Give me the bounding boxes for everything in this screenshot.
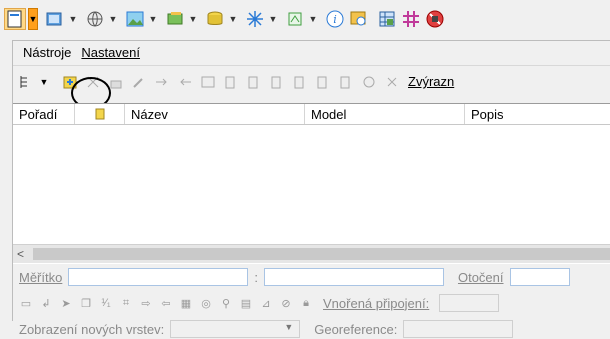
move-left-icon[interactable] xyxy=(176,73,194,91)
new-layers-select[interactable]: ▼ xyxy=(170,320,301,338)
target-icon[interactable]: ◎ xyxy=(199,296,213,310)
table-icon[interactable] xyxy=(376,8,398,30)
menu-settings[interactable]: Nastavení xyxy=(81,45,140,60)
doc-column-icon xyxy=(95,108,104,120)
library-dropdown[interactable]: ▼ xyxy=(188,8,198,30)
arrow-left-icon[interactable]: ⇦ xyxy=(159,296,173,310)
cancel-icon[interactable]: ⊘ xyxy=(279,296,293,310)
info-icon[interactable]: i xyxy=(324,8,346,30)
doc-split-icon[interactable] xyxy=(314,73,332,91)
nested-label: Vnořená připojení: xyxy=(323,295,430,311)
scroll-left-icon[interactable]: < xyxy=(17,247,24,261)
chevron-down-icon: ▼ xyxy=(284,322,294,332)
svg-text:i: i xyxy=(333,13,337,26)
measure-icon[interactable]: ⊿ xyxy=(259,296,273,310)
horizontal-scrollbar[interactable]: < xyxy=(13,244,610,263)
move-right-icon[interactable] xyxy=(153,73,171,91)
layers-grid: Pořadí Název Model Popis < xyxy=(13,103,610,264)
scale-separator: : xyxy=(254,269,258,285)
rotate-icon[interactable]: ↲ xyxy=(39,296,53,310)
library-icon[interactable] xyxy=(164,8,186,30)
nested-field[interactable] xyxy=(439,294,500,312)
arrow-right-icon[interactable]: ⇨ xyxy=(139,296,153,310)
doc-top-icon[interactable] xyxy=(245,73,263,91)
database-dropdown[interactable]: ▼ xyxy=(228,8,238,30)
clear-icon[interactable] xyxy=(383,73,401,91)
highlight-label[interactable]: Zvýrazn xyxy=(408,74,454,89)
copy-icon[interactable]: ❐ xyxy=(79,296,93,310)
col-order[interactable]: Pořadí xyxy=(13,104,75,124)
sparkle-dropdown[interactable]: ▼ xyxy=(268,8,278,30)
menu-tools[interactable]: Nástroje xyxy=(23,45,71,60)
menu-bar: Nástroje Nastavení xyxy=(13,41,610,63)
database-icon[interactable] xyxy=(204,8,226,30)
grid-header: Pořadí Název Model Popis xyxy=(13,104,610,125)
image-gray-icon[interactable] xyxy=(199,73,217,91)
rotation-field[interactable] xyxy=(509,268,570,286)
layers-panel: Nástroje Nastavení ▼ Zvýrazn Pořadí Náze… xyxy=(12,40,610,338)
doc-grid-icon[interactable] xyxy=(337,73,355,91)
block-icon[interactable] xyxy=(424,8,446,30)
scale-one-icon[interactable]: ¹⁄₁ xyxy=(99,296,113,310)
lock-small-icon[interactable]: 🔒︎ xyxy=(299,296,313,310)
pointer-icon[interactable]: ➤ xyxy=(59,296,73,310)
scroll-thumb[interactable] xyxy=(33,248,610,260)
col-name[interactable]: Název xyxy=(125,104,305,124)
grid-icon[interactable] xyxy=(400,8,422,30)
main-toolbar: ▼ ▼ ▼ ▼ ▼ ▼ ▼ ▼ i xyxy=(0,0,610,38)
scale-label: Měřítko xyxy=(19,269,63,285)
tools-row: ▭ ↲ ➤ ❐ ¹⁄₁ ⌗ ⇨ ⇦ ▦ ◎ ⚲ ▤ ⊿ ⊘ 🔒︎ Vnořená… xyxy=(13,293,500,313)
frame-icon[interactable]: ▭ xyxy=(19,296,33,310)
globe-icon[interactable] xyxy=(84,8,106,30)
scale-field[interactable] xyxy=(68,268,249,286)
sparkle-icon[interactable] xyxy=(244,8,266,30)
image-dropdown[interactable]: ▼ xyxy=(148,8,158,30)
new-document-dropdown[interactable]: ▼ xyxy=(28,8,38,30)
tools-dropdown[interactable]: ▼ xyxy=(308,8,318,30)
image-icon[interactable] xyxy=(124,8,146,30)
rotation-label: Otočení xyxy=(457,269,504,285)
grid-small-icon[interactable]: ▦ xyxy=(179,296,193,310)
tools-icon[interactable] xyxy=(284,8,306,30)
tree-view-dropdown[interactable]: ▼ xyxy=(40,73,49,91)
layers-row: Zobrazení nových vrstev: ▼ Georeference: xyxy=(13,319,514,339)
doc-down-icon[interactable] xyxy=(268,73,286,91)
col-model[interactable]: Model xyxy=(305,104,465,124)
col-icon[interactable] xyxy=(75,104,125,124)
doc-bottom-icon[interactable] xyxy=(291,73,309,91)
col-desc[interactable]: Popis xyxy=(465,104,610,124)
layers-icon[interactable] xyxy=(44,8,66,30)
new-layers-label: Zobrazení nových vrstev: xyxy=(19,321,165,337)
search-icon[interactable] xyxy=(348,8,370,30)
georef-field[interactable] xyxy=(403,320,514,338)
tools-gray-icon[interactable] xyxy=(130,73,148,91)
layers-dropdown[interactable]: ▼ xyxy=(68,8,78,30)
map-icon[interactable]: ▤ xyxy=(239,296,253,310)
tree-view-icon[interactable] xyxy=(17,73,35,91)
georef-label: Georeference: xyxy=(314,321,398,337)
pin-icon[interactable]: ⚲ xyxy=(219,296,233,310)
globe-dropdown[interactable]: ▼ xyxy=(108,8,118,30)
scale-field-2[interactable] xyxy=(263,268,444,286)
disk-icon[interactable] xyxy=(360,73,378,91)
zoom-icon[interactable]: ⌗ xyxy=(119,296,133,310)
scale-row: Měřítko : Otočení xyxy=(13,267,570,287)
doc-up-icon[interactable] xyxy=(222,73,240,91)
new-document-icon[interactable] xyxy=(4,8,26,30)
